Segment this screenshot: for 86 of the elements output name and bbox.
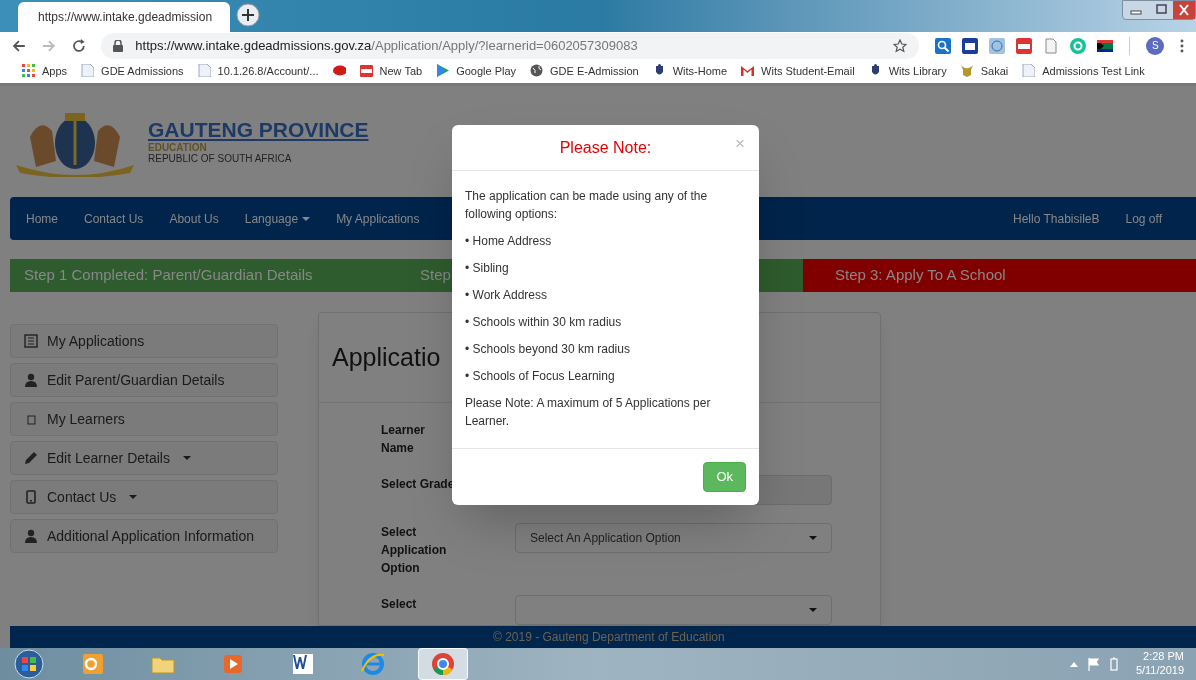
field-label: Select Application Option (381, 524, 448, 577)
close-icon[interactable] (1173, 1, 1195, 19)
dialog-title: Please Note: (559, 137, 652, 158)
bookmark-link[interactable]: GDE Admissions (101, 62, 184, 80)
chrome-icon (430, 651, 456, 677)
bookmark-link[interactable]: Wits Student-Email (761, 62, 855, 80)
reload-icon[interactable] (71, 38, 86, 53)
field-label: Learner Name (381, 422, 427, 457)
tab-title: https://www.intake.gdeadmission (38, 9, 213, 27)
sidebar-item[interactable]: My Learners (10, 402, 278, 436)
envelope-icon[interactable] (962, 37, 979, 54)
progress-step: Step 3: Apply To A School (803, 259, 1196, 292)
bookmark-link[interactable]: GDE E-Admission (550, 62, 639, 80)
nav-link[interactable]: About Us (169, 209, 219, 228)
option-item: • Schools of Focus Learning (465, 368, 616, 385)
panel-title: Applicatio (332, 341, 441, 373)
word-icon (290, 651, 316, 677)
nav-link[interactable]: Contact Us (84, 209, 144, 228)
select-field[interactable]: Select An Application Option (515, 523, 832, 553)
option-item: • Schools within 30 km radius (465, 314, 623, 331)
browser-e-icon (360, 651, 386, 677)
menu-icon[interactable] (1180, 38, 1184, 53)
site-country: REPUBLIC OF SOUTH AFRICA (148, 153, 293, 166)
lock-icon (113, 39, 124, 52)
nav-link[interactable]: Home (26, 209, 58, 228)
select-field[interactable] (515, 595, 832, 625)
taskbar-app[interactable] (418, 648, 468, 680)
clock-time[interactable]: 2:28 PM (1143, 650, 1184, 664)
sidebar-item[interactable]: Edit Learner Details (10, 441, 278, 475)
globe-icon[interactable] (989, 37, 1006, 54)
bookmark-link[interactable]: Apps (42, 62, 68, 80)
person-icon (24, 373, 38, 387)
bookmark-link[interactable]: Wits Library (888, 62, 947, 80)
new-tab-icon[interactable] (236, 3, 260, 28)
tray-arrow-icon[interactable] (1069, 661, 1078, 667)
person-icon (24, 529, 38, 543)
footer-text: © 2019 - Gauteng Department of Education (493, 629, 725, 646)
star-icon[interactable] (893, 38, 908, 53)
mail-icon[interactable] (741, 64, 755, 78)
bookmark-link[interactable]: New Tab (379, 62, 423, 80)
pdf-icon[interactable] (359, 64, 373, 78)
bull-icon[interactable] (960, 64, 974, 78)
flag-icon[interactable] (1097, 37, 1114, 54)
battery-icon[interactable] (1109, 657, 1118, 671)
bookmark-link[interactable]: Sakai (980, 62, 1009, 80)
list-icon (24, 334, 38, 348)
ok-button[interactable]: Ok (703, 462, 746, 492)
field-label: Select (381, 596, 418, 613)
play-icon[interactable] (436, 64, 450, 78)
option-item: • Home Address (465, 233, 553, 250)
back-icon[interactable] (12, 38, 26, 53)
site-subtitle: EDUCATION (148, 143, 208, 154)
sidebar-item[interactable]: Contact Us (10, 480, 278, 514)
window-controls[interactable] (1122, 0, 1196, 20)
square-icon (24, 412, 38, 426)
dialog-text: The application can be made using any of the following options: (465, 188, 709, 223)
g-circle-icon[interactable] (1070, 37, 1087, 54)
option-item: • Sibling (465, 260, 510, 277)
pencil-icon (24, 451, 38, 465)
bookmark-link[interactable]: 10.1.26.8/Account/... (217, 62, 319, 80)
progress-step: Step 1 Completed: Parent/Guardian Details (10, 259, 406, 292)
nav-link[interactable]: Log off (1125, 209, 1162, 228)
sidebar-item[interactable]: Edit Parent/Guardian Details (10, 363, 278, 397)
nav-link[interactable]: My Applications (336, 209, 420, 228)
browser-tab[interactable]: https://www.intake.gdeadmission (18, 2, 230, 33)
url-text: https://www.intake.gdeadmissions.gov.za/Application/Apply/?learnerid=0602057309083 (135, 36, 638, 55)
dialog-note: Please Note: A maximum of 5 Applications per Learner. (465, 395, 712, 430)
search-icon[interactable] (935, 37, 952, 54)
bookmark-link[interactable]: Wits-Home (672, 62, 728, 80)
bookmark-link[interactable]: Google Play (456, 62, 517, 80)
bookmark-link[interactable]: Admissions Test Link (1042, 62, 1145, 80)
globe-icon[interactable] (530, 64, 544, 78)
pdf-icon[interactable] (1016, 37, 1033, 54)
outlook-icon (80, 651, 106, 677)
start-button[interactable] (12, 649, 46, 679)
apps-icon[interactable] (22, 64, 35, 78)
nav-link[interactable]: Language (244, 209, 311, 228)
phone-icon (24, 490, 38, 504)
nav-link[interactable]: Hello ThabisileB (1013, 209, 1100, 228)
address-bar[interactable]: https://www.intake.gdeadmissions.gov.za/Application/Apply/?learnerid=0602057309083 (101, 32, 920, 59)
site-title[interactable]: GAUTENG PROVINCE (148, 117, 369, 144)
sidebar-item[interactable]: Additional Application Information (10, 519, 278, 553)
clock-date[interactable]: 5/11/2019 (1135, 664, 1184, 678)
profile-avatar[interactable]: S (1146, 36, 1165, 55)
sidebar-item[interactable]: My Applications (10, 324, 278, 358)
option-item: • Schools beyond 30 km radius (465, 341, 631, 358)
